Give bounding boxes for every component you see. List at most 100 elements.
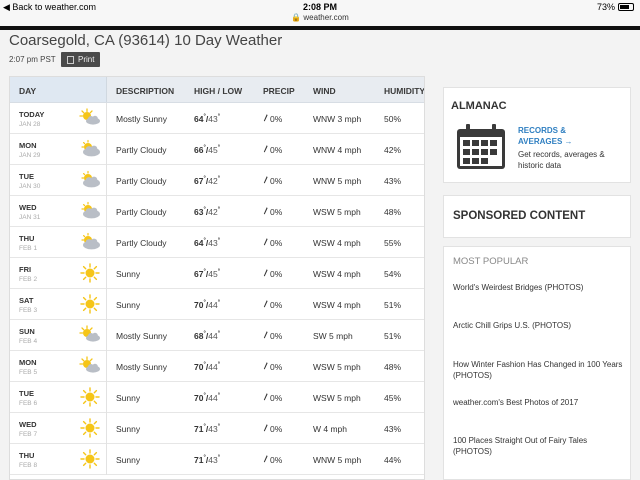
top-nav-bar (0, 26, 640, 30)
raindrop-icon (263, 176, 268, 186)
table-row[interactable]: WED JAN 31 Partly Cloudy 63°/42° 0% WSW 5 mph… (10, 196, 424, 227)
forecast-table: DAY DESCRIPTION HIGH / LOW PRECIP WIND H… (9, 76, 425, 480)
precip-value: 0% (270, 393, 283, 403)
day-name: TUE (19, 172, 34, 181)
header-high-low[interactable]: HIGH / LOW (194, 86, 242, 96)
popular-article-link[interactable]: weather.com's Best Photos of 2017 (453, 397, 623, 408)
table-row[interactable]: WED FEB 7 Sunny 71°/43° 0% W 4 mph 43% (10, 413, 424, 444)
low-temp: 44 (208, 362, 218, 372)
table-body: TODAY JAN 28 Mostly Sunny 64°/43° 0% WNW 3 mp… (10, 103, 424, 475)
day-cell: TUE JAN 30 (10, 165, 107, 196)
humidity-cell: 43% (384, 424, 402, 434)
records-averages-link[interactable]: RECORDS & AVERAGES → (518, 125, 608, 147)
header-day[interactable]: DAY (19, 86, 36, 96)
mostly-sunny-icon (79, 356, 101, 376)
description-cell: Mostly Sunny (116, 114, 168, 124)
description-cell: Sunny (116, 455, 141, 465)
description-cell: Mostly Sunny (116, 331, 168, 341)
day-date: FEB 4 (19, 338, 38, 345)
sunny-icon (79, 387, 101, 407)
day-cell: FRI FEB 2 (10, 258, 107, 289)
low-temp: 44 (208, 393, 218, 403)
day-cell: THU FEB 8 (10, 444, 107, 475)
popular-article-link[interactable]: How Winter Fashion Has Changed in 100 Ye… (453, 359, 623, 381)
header-wind[interactable]: WIND (313, 86, 336, 96)
high-low-cell: 64°/43° (194, 238, 221, 248)
high-low-cell: 64°/43° (194, 114, 221, 124)
print-button[interactable]: Print (61, 52, 101, 67)
day-name: THU (19, 234, 35, 243)
table-row[interactable]: TUE JAN 30 Partly Cloudy 67°/42° 0% WNW 5 mph… (10, 165, 424, 196)
precip-cell: 0% (263, 114, 282, 124)
precip-value: 0% (270, 455, 283, 465)
update-timestamp: 2:07 pm PST (9, 55, 56, 64)
table-row[interactable]: SAT FEB 3 Sunny 70°/44° 0% WSW 4 mph 51% (10, 289, 424, 320)
humidity-cell: 54% (384, 269, 402, 279)
humidity-cell: 55% (384, 238, 402, 248)
day-name: WED (19, 420, 37, 429)
table-row[interactable]: MON JAN 29 Partly Cloudy 66°/45° 0% WNW 4 mph… (10, 134, 424, 165)
day-name: WED (19, 203, 37, 212)
low-temp: 44 (208, 300, 218, 310)
humidity-cell: 50% (384, 114, 402, 124)
almanac-card: ALMANAC RECORDS & AVERAGES → Get records… (443, 87, 631, 183)
high-low-cell: 68°/44° (194, 331, 221, 341)
raindrop-icon (263, 362, 268, 372)
low-temp: 43 (208, 238, 218, 248)
description-cell: Mostly Sunny (116, 362, 168, 372)
day-name: FRI (19, 265, 32, 274)
description-cell: Sunny (116, 424, 141, 434)
precip-value: 0% (270, 300, 283, 310)
raindrop-icon (263, 114, 268, 124)
description-cell: Partly Cloudy (116, 145, 167, 155)
day-name: SAT (19, 296, 34, 305)
header-precip[interactable]: PRECIP (263, 86, 295, 96)
battery-indicator: 73% (597, 2, 634, 12)
wind-cell: W 4 mph (313, 424, 348, 434)
table-row[interactable]: FRI FEB 2 Sunny 67°/45° 0% WSW 4 mph 54% (10, 258, 424, 289)
day-name: TODAY (19, 110, 45, 119)
popular-article-link[interactable]: Arctic Chill Grips U.S. (PHOTOS) (453, 320, 623, 331)
precip-cell: 0% (263, 207, 282, 217)
most-popular-title: MOST POPULAR (453, 256, 529, 267)
partly-cloudy-icon (79, 232, 101, 252)
precip-value: 0% (270, 424, 283, 434)
precip-value: 0% (270, 238, 283, 248)
humidity-cell: 51% (384, 331, 402, 341)
table-row[interactable]: SUN FEB 4 Mostly Sunny 68°/44° 0% SW 5 mph 51% (10, 320, 424, 351)
day-date: FEB 7 (19, 431, 38, 438)
precip-cell: 0% (263, 455, 282, 465)
popular-article-link[interactable]: World's Weirdest Bridges (PHOTOS) (453, 282, 623, 293)
wind-cell: WSW 5 mph (313, 207, 361, 217)
calendar-icon (457, 124, 505, 169)
popular-article-link[interactable]: 100 Places Straight Out of Fairy Tales (… (453, 435, 623, 457)
precip-value: 0% (270, 207, 283, 217)
table-row[interactable]: TUE FEB 6 Sunny 70°/44° 0% WSW 5 mph 45% (10, 382, 424, 413)
raindrop-icon (263, 455, 268, 465)
precip-cell: 0% (263, 176, 282, 186)
precip-cell: 0% (263, 424, 282, 434)
high-low-cell: 63°/42° (194, 207, 221, 217)
day-cell: SAT FEB 3 (10, 289, 107, 320)
humidity-cell: 44% (384, 455, 402, 465)
day-cell: SUN FEB 4 (10, 320, 107, 351)
day-name: THU (19, 451, 35, 460)
precip-cell: 0% (263, 238, 282, 248)
table-row[interactable]: THU FEB 1 Partly Cloudy 64°/43° 0% WSW 4 mph 5… (10, 227, 424, 258)
wind-cell: WNW 3 mph (313, 114, 362, 124)
table-row[interactable]: THU FEB 8 Sunny 71°/43° 0% WNW 5 mph 44% (10, 444, 424, 475)
day-cell: TUE FEB 6 (10, 382, 107, 413)
url-display[interactable]: 🔒 weather.com (0, 13, 640, 22)
description-cell: Partly Cloudy (116, 207, 167, 217)
header-humidity[interactable]: HUMIDITY (384, 86, 424, 96)
high-low-cell: 70°/44° (194, 300, 221, 310)
day-date: FEB 1 (19, 245, 38, 252)
table-row[interactable]: TODAY JAN 28 Mostly Sunny 64°/43° 0% WNW 3 mp… (10, 103, 424, 134)
wind-cell: WSW 4 mph (313, 269, 361, 279)
day-name: MON (19, 358, 37, 367)
table-row[interactable]: MON FEB 5 Mostly Sunny 70°/44° 0% WSW 5 mph 48… (10, 351, 424, 382)
partly-cloudy-icon (79, 201, 101, 221)
header-description[interactable]: DESCRIPTION (116, 86, 174, 96)
humidity-cell: 43% (384, 176, 402, 186)
raindrop-icon (263, 393, 268, 403)
